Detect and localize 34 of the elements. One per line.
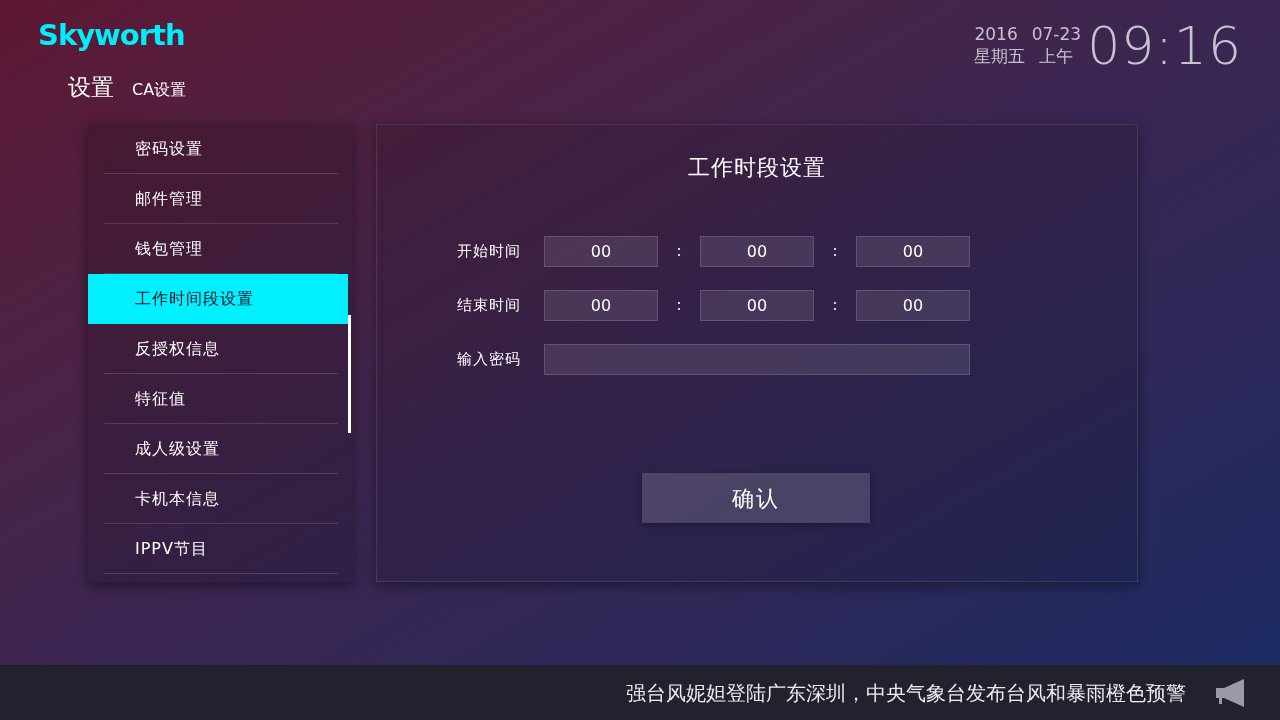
sidebar-item[interactable]: 成人级设置 [88, 424, 348, 474]
page-title: 设置 [68, 73, 114, 102]
sidebar-item[interactable]: 特征值 [88, 374, 348, 424]
logo: Skyworth [38, 18, 186, 52]
sidebar-item[interactable]: 反授权信息 [88, 324, 348, 374]
news-ticker-text: 强台风妮妲登陆广东深圳，中央气象台发布台风和暴雨橙色预警 [626, 679, 1186, 707]
sidebar-item[interactable]: 邮件管理 [88, 174, 348, 224]
field-label: 输入密码 [457, 349, 522, 371]
time-field[interactable]: 00 [856, 236, 970, 267]
sidebar-item[interactable]: 密码设置 [88, 124, 348, 174]
form-title: 工作时段设置 [688, 154, 826, 182]
weekday-text: 星期五 [974, 45, 1026, 67]
time-separator: : [676, 241, 682, 263]
megaphone-icon [1216, 678, 1246, 707]
time-field[interactable]: 00 [544, 290, 658, 321]
time-field[interactable]: 00 [700, 290, 814, 321]
page-subtitle: CA设置 [132, 79, 187, 101]
time-separator: : [832, 241, 838, 263]
time-field[interactable]: 00 [544, 236, 658, 267]
time-separator: : [676, 295, 682, 317]
password-field[interactable] [544, 344, 970, 375]
field-label: 结束时间 [457, 295, 522, 317]
sidebar-item[interactable]: 卡机本信息 [88, 474, 348, 524]
time-separator: : [832, 295, 838, 317]
period-text: 上午 [1039, 45, 1074, 67]
sidebar-item[interactable]: IPPV节目 [88, 524, 348, 574]
date-text: 07-23 [1031, 23, 1082, 45]
year-text: 2016 [974, 23, 1018, 45]
time-field[interactable]: 00 [856, 290, 970, 321]
time-field[interactable]: 00 [700, 236, 814, 267]
sidebar-item[interactable]: 工作时间段设置 [88, 274, 348, 324]
field-label: 开始时间 [457, 241, 522, 263]
confirm-button[interactable]: 确认 [642, 473, 870, 523]
clock-time: 09:16 [1087, 18, 1242, 74]
